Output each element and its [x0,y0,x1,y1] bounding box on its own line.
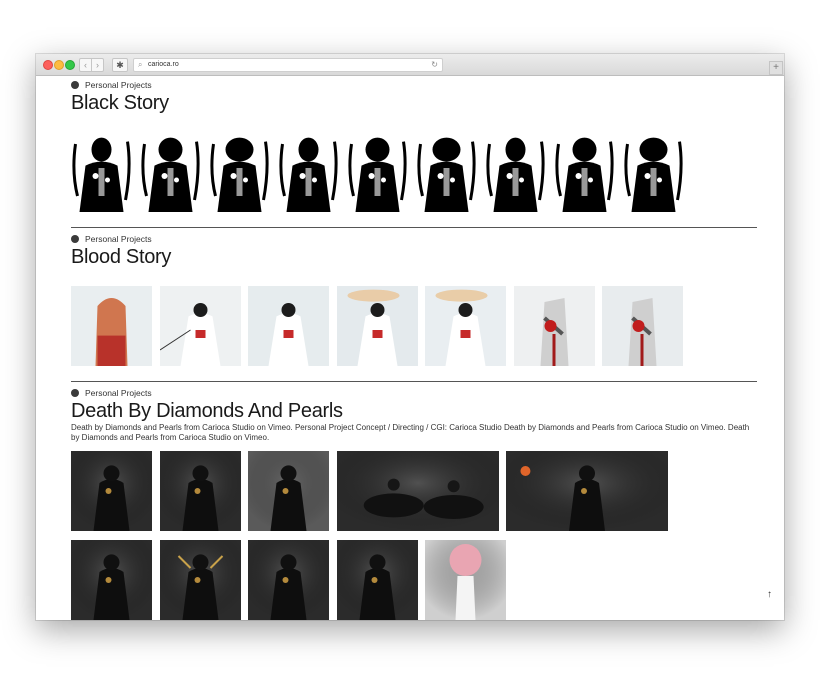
gallery-thumbnail[interactable] [623,132,684,212]
gallery-thumbnail[interactable] [416,132,477,212]
gallery-thumbnail[interactable] [248,540,329,620]
gallery-thumbnail[interactable] [425,286,506,366]
section-title-blood-story: Blood Story [71,246,172,268]
section-divider [71,381,757,382]
section-category-label: Personal Projects [85,388,152,398]
section-description: Death by Diamonds and Pearls from Carioc… [71,423,750,442]
gallery-thumbnail[interactable] [71,286,152,366]
section-title-black-story: Black Story [71,92,169,114]
gallery-thumbnail[interactable] [514,286,595,366]
gallery-thumbnail[interactable] [425,540,506,620]
gallery-thumbnail[interactable] [554,132,615,212]
gallery-thumbnail[interactable] [71,132,132,212]
search-icon: ⌕ [138,60,143,69]
circle-icon [71,81,79,89]
circle-icon [71,235,79,243]
site-menu-button[interactable]: ✱ [112,58,128,72]
gallery-thumbnail[interactable] [71,451,152,531]
gallery-thumbnail[interactable] [160,286,241,366]
gallery-thumbnail[interactable] [506,451,668,531]
browser-window: ‹ › ✱ ⌕ carioca.ro ↻ + Personal Projects… [36,54,784,620]
chevron-right-icon: › [96,60,99,70]
section-category-label: Personal Projects [85,80,152,90]
gallery-thumbnail[interactable] [71,540,152,620]
gallery-thumbnail[interactable] [140,132,201,212]
new-tab-button[interactable]: + [769,61,783,75]
chevron-left-icon: ‹ [84,60,87,70]
gallery-thumbnail[interactable] [337,540,418,620]
section-category-label: Personal Projects [85,234,152,244]
url-text: carioca.ro [148,61,179,68]
forward-button[interactable]: › [91,58,104,72]
reload-icon[interactable]: ↻ [431,59,438,71]
asterisk-icon: ✱ [116,60,124,70]
maximize-window-button[interactable] [65,60,75,70]
gallery-thumbnail[interactable] [337,451,499,531]
close-window-button[interactable] [43,60,53,70]
gallery-thumbnail[interactable] [337,286,418,366]
gallery-thumbnail[interactable] [160,451,241,531]
circle-icon [71,389,79,397]
gallery-thumbnail[interactable] [209,132,270,212]
gallery-thumbnail[interactable] [347,132,408,212]
gallery-thumbnail[interactable] [248,451,329,531]
gallery-thumbnail[interactable] [485,132,546,212]
section-divider [71,227,757,228]
minimize-window-button[interactable] [54,60,64,70]
address-bar[interactable]: ⌕ carioca.ro ↻ [133,58,443,72]
gallery-thumbnail[interactable] [248,286,329,366]
gallery-thumbnail[interactable] [602,286,683,366]
browser-toolbar: ‹ › ✱ ⌕ carioca.ro ↻ + [36,54,784,76]
arrow-up-icon[interactable]: ↑ [767,589,772,600]
gallery-thumbnail[interactable] [278,132,339,212]
page-content: Personal Projects Black Story Personal P… [36,76,784,620]
section-title-death-by-diamonds: Death By Diamonds And Pearls [71,400,343,422]
gallery-thumbnail[interactable] [160,540,241,620]
